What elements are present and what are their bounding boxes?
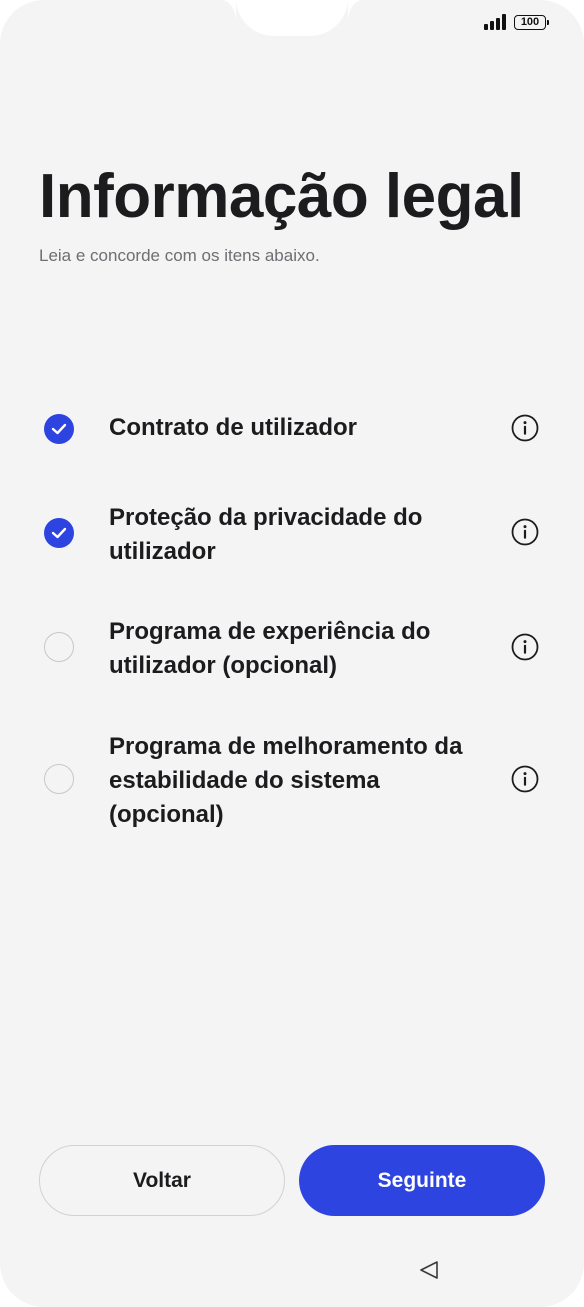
info-icon[interactable] xyxy=(511,765,539,793)
battery-icon: 100 xyxy=(514,14,549,30)
signal-icon xyxy=(484,14,506,30)
next-button[interactable]: Seguinte xyxy=(299,1145,545,1216)
back-button[interactable]: Voltar xyxy=(39,1145,285,1216)
camera-notch xyxy=(216,0,368,36)
info-icon[interactable] xyxy=(511,518,539,546)
legal-item-label[interactable]: Programa de melhoramento da estabilidade… xyxy=(109,730,469,832)
legal-item-label[interactable]: Proteção da privacidade do utilizador xyxy=(109,501,469,569)
checkmark-icon xyxy=(51,423,67,435)
phone-screen: 100 Informação legal Leia e concorde com… xyxy=(0,0,584,1307)
legal-item-label[interactable]: Programa de experiência do utilizador (o… xyxy=(109,615,469,683)
checkmark-icon xyxy=(51,527,67,539)
legal-item-label[interactable]: Contrato de utilizador xyxy=(109,411,469,445)
status-bar: 100 xyxy=(484,14,549,30)
info-icon[interactable] xyxy=(511,414,539,442)
page-title: Informação legal xyxy=(39,162,524,231)
info-icon[interactable] xyxy=(511,633,539,661)
triangle-back-icon[interactable] xyxy=(418,1259,440,1281)
checkbox-user-agreement[interactable] xyxy=(44,414,74,444)
page-subtitle: Leia e concorde com os itens abaixo. xyxy=(39,246,320,265)
checkbox-experience-program[interactable] xyxy=(44,632,74,662)
checkbox-privacy[interactable] xyxy=(44,518,74,548)
checkbox-stability-program[interactable] xyxy=(44,764,74,794)
